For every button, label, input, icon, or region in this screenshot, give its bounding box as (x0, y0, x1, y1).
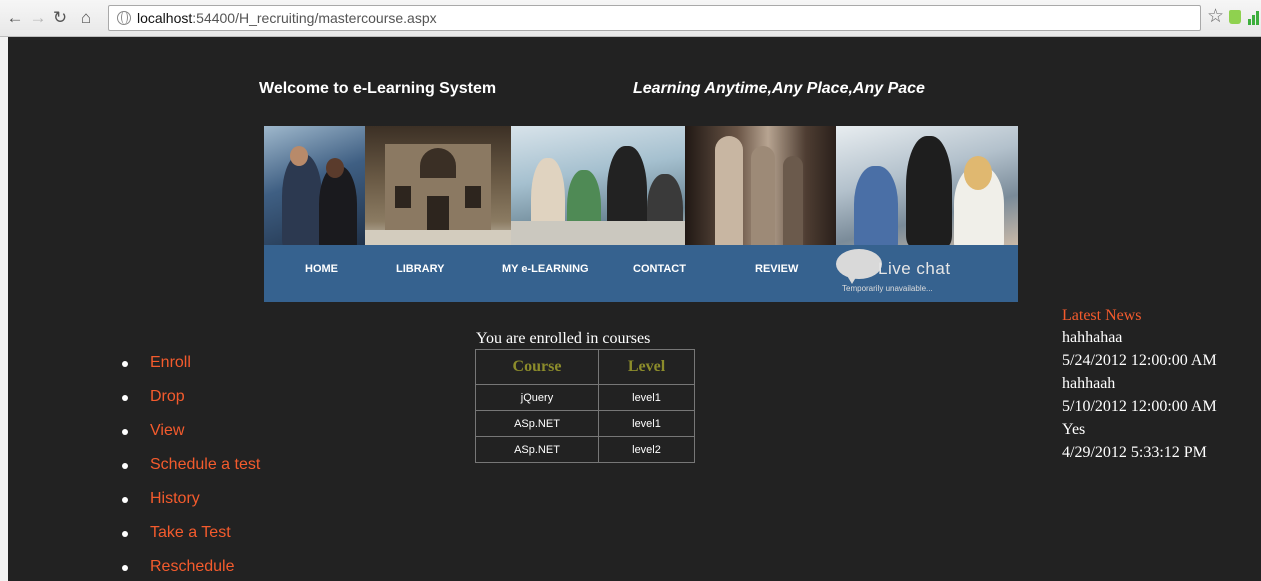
nav-my-e-learning[interactable]: MY e-LEARNING (502, 263, 589, 275)
menu-item-schedule-test: Schedule a test (122, 454, 260, 488)
menu-item-enroll: Enroll (122, 352, 260, 386)
banner-photo-students (264, 126, 365, 245)
table-row: jQuery level1 (475, 384, 695, 411)
address-bar[interactable]: localhost:54400/H_recruiting/mastercours… (108, 5, 1201, 31)
course-actions-menu: Enroll Drop View Schedule a test History… (122, 352, 260, 581)
menu-link-history[interactable]: History (150, 490, 200, 507)
cell-level: level1 (598, 384, 695, 411)
menu-link-enroll[interactable]: Enroll (150, 354, 191, 371)
cell-course: ASp.NET (475, 410, 599, 437)
bookmark-star-icon[interactable]: ☆ (1207, 7, 1224, 27)
menu-item-history: History (122, 488, 260, 522)
banner-photo-meeting (836, 126, 1018, 245)
cell-course: ASp.NET (475, 436, 599, 463)
news-item-text: hahhaah (1062, 375, 1116, 392)
column-header-course: Course (475, 349, 599, 385)
forward-arrow-icon[interactable]: → (29, 8, 47, 28)
nav-home[interactable]: HOME (305, 263, 338, 275)
site-tagline: Learning Anytime,Any Place,Any Pace (633, 80, 925, 97)
column-header-level: Level (598, 349, 695, 385)
latest-news-title: Latest News (1062, 307, 1142, 324)
signal-bars-icon[interactable] (1248, 9, 1261, 25)
menu-link-drop[interactable]: Drop (150, 388, 185, 405)
enrolled-caption: You are enrolled in courses (476, 330, 651, 347)
url-host: localhost (137, 10, 193, 26)
cell-course: jQuery (475, 384, 599, 411)
window-edge (0, 37, 8, 581)
news-item-text: Yes (1062, 421, 1086, 438)
extension-icon[interactable] (1229, 10, 1241, 24)
menu-link-take-test[interactable]: Take a Test (150, 524, 231, 541)
table-header-row: Course Level (475, 349, 695, 385)
news-item-text: hahhahaa (1062, 329, 1123, 346)
live-chat-status: Temporarily unavailable... (842, 284, 933, 293)
banner-photo-building (365, 126, 511, 245)
menu-item-view: View (122, 420, 260, 454)
news-item-date: 5/24/2012 12:00:00 AM (1062, 352, 1217, 369)
banner-photo-corridor (685, 126, 836, 245)
live-chat-label[interactable]: Live chat (878, 259, 951, 279)
news-item-date: 4/29/2012 5:33:12 PM (1062, 444, 1207, 461)
header-banner (264, 126, 1018, 245)
home-icon[interactable]: ⌂ (77, 8, 95, 28)
banner-photo-team (511, 126, 685, 245)
table-row: ASp.NET level1 (475, 410, 695, 437)
menu-item-drop: Drop (122, 386, 260, 420)
news-item-date: 5/10/2012 12:00:00 AM (1062, 398, 1217, 415)
page-globe-icon (117, 11, 131, 25)
cell-level: level2 (598, 436, 695, 463)
menu-link-schedule-test[interactable]: Schedule a test (150, 456, 260, 473)
nav-contact[interactable]: CONTACT (633, 263, 686, 275)
table-row: ASp.NET level2 (475, 436, 695, 463)
menu-item-reschedule: Reschedule (122, 556, 260, 581)
menu-link-reschedule[interactable]: Reschedule (150, 558, 235, 575)
back-arrow-icon[interactable]: ← (6, 8, 24, 28)
url-path: :54400/H_recruiting/mastercourse.aspx (192, 10, 437, 26)
menu-link-view[interactable]: View (150, 422, 184, 439)
url-text[interactable]: localhost:54400/H_recruiting/mastercours… (137, 10, 437, 26)
latest-news-panel: Latest News hahhahaa 5/24/2012 12:00:00 … (1062, 305, 1217, 464)
chat-bubble-icon[interactable] (836, 249, 882, 284)
nav-review[interactable]: REVIEW (755, 263, 798, 275)
menu-item-take-test: Take a Test (122, 522, 260, 556)
reload-icon[interactable]: ↻ (51, 8, 69, 28)
enrolled-courses-table: Course Level jQuery level1 ASp.NET level… (475, 349, 695, 463)
site-welcome-title: Welcome to e-Learning System (259, 80, 497, 97)
cell-level: level1 (598, 410, 695, 437)
main-nav: HOME LIBRARY MY e-LEARNING CONTACT REVIE… (264, 245, 1018, 302)
nav-library[interactable]: LIBRARY (396, 263, 444, 275)
browser-toolbar: ← → ↻ ⌂ localhost:54400/H_recruiting/mas… (0, 0, 1261, 37)
